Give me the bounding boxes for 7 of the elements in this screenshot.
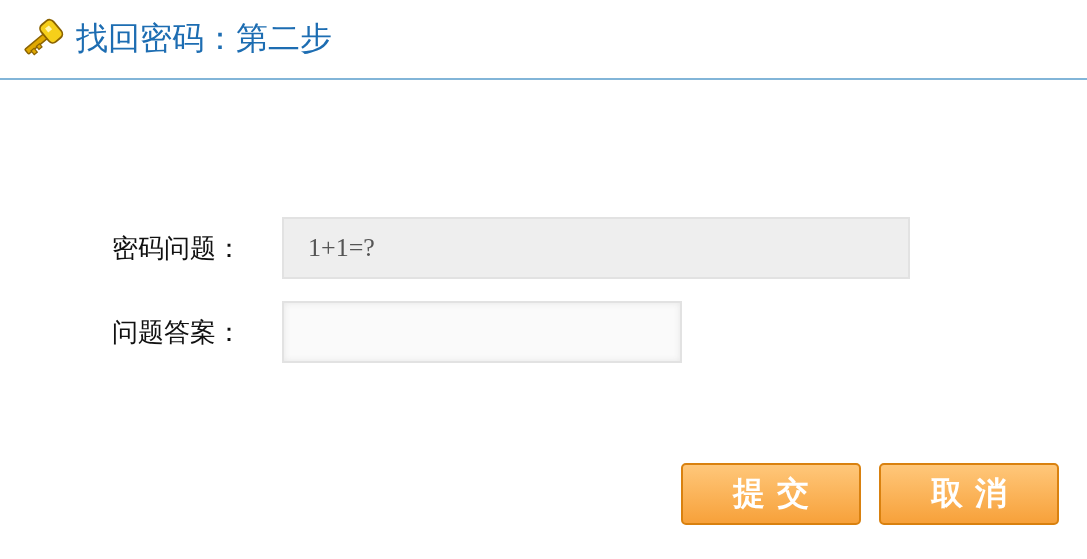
question-field[interactable]: 1+1=? <box>282 217 910 279</box>
submit-button[interactable]: 提 交 <box>681 463 861 525</box>
cancel-button[interactable]: 取 消 <box>879 463 1059 525</box>
answer-field[interactable] <box>282 301 682 363</box>
field-label: 密码问题： <box>112 232 243 265</box>
field-label: 问题答案： <box>112 316 243 349</box>
page-title: 找回密码：第二步 <box>76 19 332 58</box>
